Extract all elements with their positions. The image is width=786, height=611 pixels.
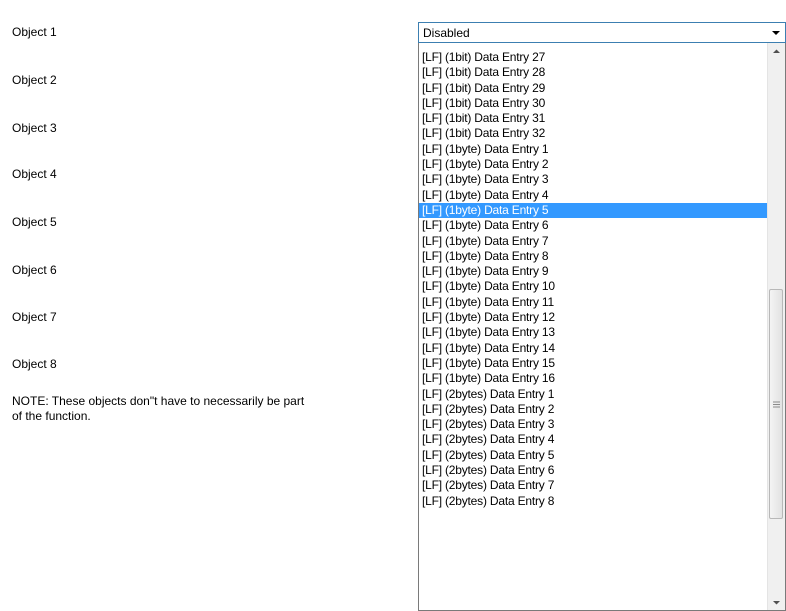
combo-selected-value: Disabled	[423, 26, 470, 40]
dropdown-option[interactable]: [LF] (1byte) Data Entry 10	[419, 279, 769, 294]
note-text: NOTE: These objects don"t have to necess…	[12, 394, 305, 423]
vertical-scrollbar[interactable]	[767, 43, 785, 610]
object-4-label: Object 4	[12, 167, 57, 181]
dropdown-option[interactable]: [LF] (2bytes) Data Entry 7	[419, 478, 769, 493]
dropdown-option[interactable]: [LF] (2bytes) Data Entry 1	[419, 387, 769, 402]
dropdown-option[interactable]: [LF] (1byte) Data Entry 11	[419, 295, 769, 310]
dropdown-option[interactable]: [LF] (1bit) Data Entry 30	[419, 96, 769, 111]
object-7-label: Object 7	[12, 310, 57, 324]
dropdown-option[interactable]: [LF] (2bytes) Data Entry 5	[419, 448, 769, 463]
dropdown-option[interactable]: [LF] (1byte) Data Entry 15	[419, 356, 769, 371]
dropdown-option[interactable]: [LF] (2bytes) Data Entry 3	[419, 417, 769, 432]
dropdown-option[interactable]: [LF] (1bit) Data Entry 32	[419, 126, 769, 141]
dropdown-option[interactable]: [LF] (1byte) Data Entry 9	[419, 264, 769, 279]
dropdown-option[interactable]: [LF] (1byte) Data Entry 12	[419, 310, 769, 325]
object-dropdown-list[interactable]: [LF] (1bit) Data Entry 27 [LF] (1bit) Dat…	[418, 43, 786, 611]
scroll-down-arrow-icon[interactable]	[768, 594, 785, 610]
dropdown-option[interactable]: [LF] (1byte) Data Entry 3	[419, 172, 769, 187]
dropdown-option[interactable]: [LF] (1byte) Data Entry 5	[419, 202, 769, 219]
object-2-label: Object 2	[12, 73, 57, 87]
object-6-label: Object 6	[12, 263, 57, 277]
dropdown-option[interactable]: [LF] (1byte) Data Entry 6	[419, 218, 769, 233]
dropdown-option[interactable]: [LF] (1byte) Data Entry 8	[419, 249, 769, 264]
object-3-label: Object 3	[12, 121, 57, 135]
dropdown-option[interactable]: [LF] (1bit) Data Entry 31	[419, 111, 769, 126]
dropdown-option[interactable]: [LF] (1bit) Data Entry 27	[419, 50, 769, 65]
dropdown-option[interactable]: [LF] (2bytes) Data Entry 6	[419, 463, 769, 478]
scrollbar-thumb[interactable]	[769, 289, 783, 519]
object-1-label: Object 1	[12, 25, 57, 39]
dropdown-option[interactable]: [LF] (1byte) Data Entry 2	[419, 157, 769, 172]
dropdown-option[interactable]: [LF] (2bytes) Data Entry 4	[419, 432, 769, 447]
dropdown-option[interactable]: [LF] (1byte) Data Entry 14	[419, 341, 769, 356]
dropdown-option[interactable]: [LF] (1byte) Data Entry 4	[419, 188, 769, 203]
dropdown-option[interactable]: [LF] (1byte) Data Entry 1	[419, 142, 769, 157]
dropdown-option[interactable]: [LF] (1byte) Data Entry 7	[419, 234, 769, 249]
dropdown-option[interactable]: [LF] (2bytes) Data Entry 2	[419, 402, 769, 417]
dropdown-options: [LF] (1bit) Data Entry 27 [LF] (1bit) Dat…	[419, 50, 769, 509]
object-5-label: Object 5	[12, 215, 57, 229]
object-8-label: Object 8	[12, 357, 57, 371]
scroll-up-arrow-icon[interactable]	[768, 43, 785, 60]
object-1-select[interactable]: Disabled	[418, 22, 786, 43]
dropdown-option[interactable]: [LF] (1byte) Data Entry 13	[419, 325, 769, 340]
dropdown-option[interactable]: [LF] (2bytes) Data Entry 8	[419, 494, 769, 509]
chevron-down-icon[interactable]	[769, 23, 783, 42]
dropdown-option[interactable]: [LF] (1bit) Data Entry 28	[419, 65, 769, 80]
dropdown-option[interactable]: [LF] (1byte) Data Entry 16	[419, 371, 769, 386]
grip-icon	[773, 397, 780, 408]
dropdown-option[interactable]: [LF] (1bit) Data Entry 29	[419, 81, 769, 96]
